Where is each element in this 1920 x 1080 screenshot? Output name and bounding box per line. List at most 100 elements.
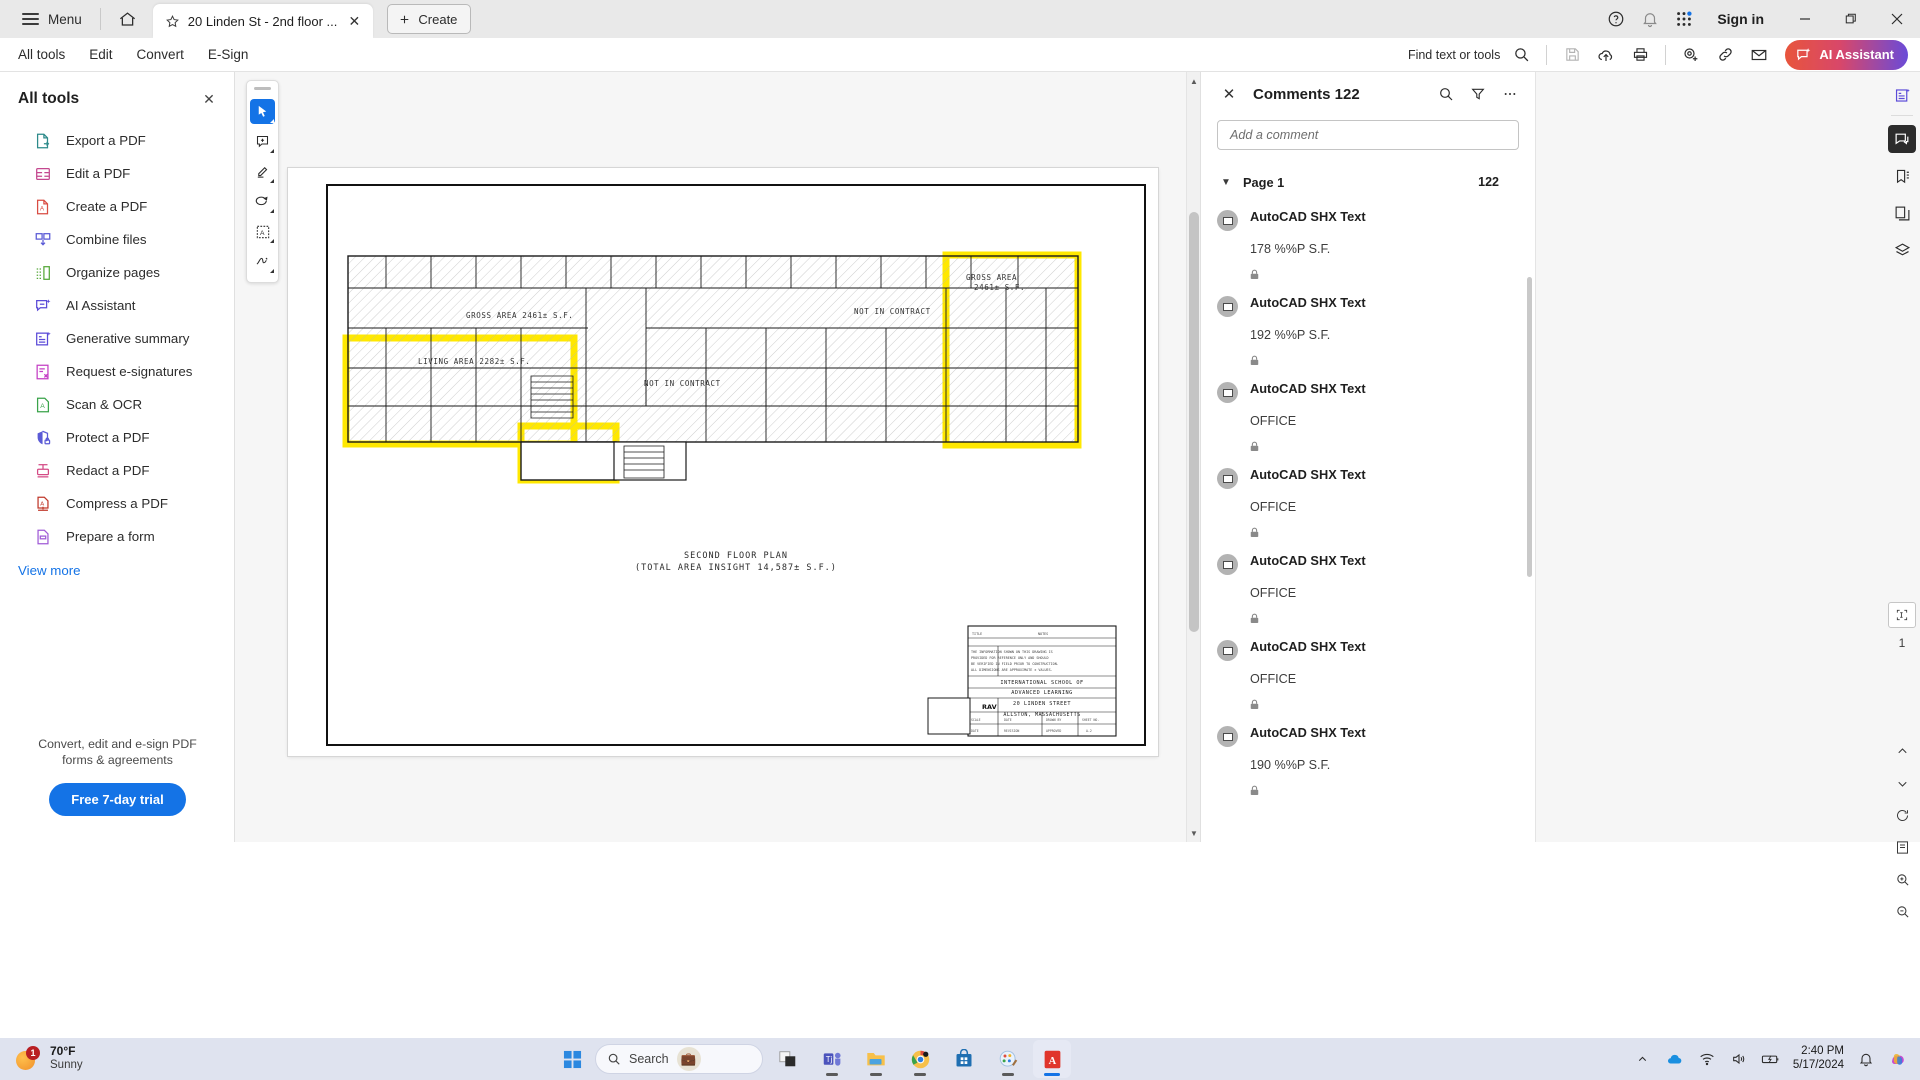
- show-hidden-icons-button[interactable]: [1633, 1049, 1653, 1069]
- sidebar-item-prepare-a-form[interactable]: Prepare a form: [0, 520, 234, 553]
- select-cursor-tool[interactable]: [250, 99, 275, 124]
- generative-summary-rail-button[interactable]: [1888, 81, 1916, 109]
- sidebar-item-create-a-pdf[interactable]: A Create a PDF: [0, 190, 234, 223]
- wifi-button[interactable]: [1697, 1049, 1717, 1069]
- apps-button[interactable]: [1667, 2, 1701, 36]
- file-explorer-button[interactable]: [857, 1040, 895, 1078]
- scrollbar-thumb[interactable]: [1189, 212, 1199, 632]
- pdf-page[interactable]: GROSS AREA 2461± S.F. GROSS AREA 2461± S…: [288, 168, 1158, 756]
- comments-more-button[interactable]: [1499, 83, 1521, 105]
- weather-widget[interactable]: 1 70°F Sunny: [14, 1045, 83, 1072]
- battery-button[interactable]: [1761, 1049, 1781, 1069]
- page-fit-button[interactable]: [1888, 602, 1916, 628]
- print-button[interactable]: [1624, 40, 1656, 70]
- sign-in-button[interactable]: Sign in: [1717, 11, 1764, 27]
- signature-tool[interactable]: [250, 249, 275, 274]
- sidebar-item-protect-a-pdf[interactable]: Protect a PDF: [0, 421, 234, 454]
- chrome-button[interactable]: [901, 1040, 939, 1078]
- bookmarks-rail-button[interactable]: [1888, 162, 1916, 190]
- chevron-down-icon[interactable]: ▼: [1217, 173, 1235, 191]
- upload-button[interactable]: [1590, 40, 1622, 70]
- highlighter-tool[interactable]: [250, 159, 275, 184]
- tab-close-icon[interactable]: ✕: [345, 12, 363, 30]
- comments-page-group[interactable]: ▼ Page 1 122: [1217, 173, 1519, 191]
- tab-esign[interactable]: E-Sign: [196, 38, 261, 72]
- free-trial-button[interactable]: Free 7-day trial: [49, 783, 186, 816]
- taskbar-clock[interactable]: 2:40 PM 5/17/2024: [1793, 1045, 1844, 1073]
- scroll-up-button[interactable]: [1895, 744, 1910, 762]
- sidebar-item-scan-and-ocr[interactable]: A Scan & OCR: [0, 388, 234, 421]
- sidebar-close-icon[interactable]: ✕: [198, 88, 220, 110]
- rotate-button[interactable]: [1895, 808, 1910, 826]
- task-view-button[interactable]: [769, 1040, 807, 1078]
- comments-close-icon[interactable]: ✕: [1219, 84, 1239, 104]
- taskbar-search-input[interactable]: Search 💼: [595, 1044, 763, 1074]
- add-comment-input[interactable]: Add a comment: [1217, 120, 1519, 150]
- comment-item[interactable]: AutoCAD SHX Text OFFICE: [1201, 541, 1535, 627]
- save-button[interactable]: [1556, 40, 1588, 70]
- sidebar-item-edit-a-pdf[interactable]: Edit a PDF: [0, 157, 234, 190]
- viewer-scrollbar[interactable]: ▲ ▼: [1186, 72, 1200, 842]
- sidebar-item-export-a-pdf[interactable]: Export a PDF: [0, 124, 234, 157]
- volume-button[interactable]: [1729, 1049, 1749, 1069]
- zoom-out-button[interactable]: [1895, 904, 1910, 922]
- star-icon[interactable]: [165, 14, 180, 29]
- teams-button[interactable]: Tj: [813, 1040, 851, 1078]
- paint-button[interactable]: [989, 1040, 1027, 1078]
- comment-item[interactable]: AutoCAD SHX Text 192 %%P S.F.: [1201, 283, 1535, 369]
- page-thumbnails-rail-button[interactable]: [1888, 199, 1916, 227]
- tab-all-tools[interactable]: All tools: [6, 38, 77, 72]
- share-add-person-button[interactable]: [1675, 40, 1707, 70]
- draw-lasso-tool[interactable]: [250, 189, 275, 214]
- sidebar-item-request-e-signatures[interactable]: Request e-signatures: [0, 355, 234, 388]
- minimize-button[interactable]: [1782, 0, 1828, 38]
- view-more-link[interactable]: View more: [0, 553, 234, 578]
- onedrive-button[interactable]: [1665, 1049, 1685, 1069]
- document-viewer[interactable]: GROSS AREA 2461± S.F. GROSS AREA 2461± S…: [235, 72, 1200, 842]
- comments-search-button[interactable]: [1435, 83, 1457, 105]
- notifications-button[interactable]: [1856, 1049, 1876, 1069]
- sidebar-item-organize-pages[interactable]: Organize pages: [0, 256, 234, 289]
- search-button[interactable]: [1505, 40, 1537, 70]
- comments-rail-button[interactable]: [1888, 125, 1916, 153]
- text-select-tool[interactable]: A: [250, 219, 275, 244]
- document-tab[interactable]: 20 Linden St - 2nd floor ... ✕: [152, 4, 374, 38]
- start-button[interactable]: [555, 1042, 589, 1076]
- scroll-up-arrow[interactable]: ▲: [1187, 74, 1200, 88]
- sidebar-item-ai-assistant[interactable]: AI Assistant: [0, 289, 234, 322]
- toolbar-drag-handle[interactable]: [254, 87, 271, 90]
- tab-edit[interactable]: Edit: [77, 38, 124, 72]
- home-button[interactable]: [113, 4, 143, 34]
- sidebar-item-compress-a-pdf[interactable]: A Compress a PDF: [0, 487, 234, 520]
- scroll-down-arrow[interactable]: ▼: [1187, 826, 1200, 840]
- menu-button[interactable]: Menu: [16, 4, 88, 34]
- email-button[interactable]: [1743, 40, 1775, 70]
- zoom-in-button[interactable]: [1895, 872, 1910, 890]
- create-button[interactable]: Create: [387, 4, 472, 34]
- annotation-toolbar[interactable]: A: [246, 80, 279, 283]
- sidebar-item-generative-summary[interactable]: Generative summary: [0, 322, 234, 355]
- close-window-button[interactable]: [1874, 0, 1920, 38]
- comments-filter-button[interactable]: [1467, 83, 1489, 105]
- maximize-button[interactable]: [1828, 0, 1874, 38]
- comment-item[interactable]: AutoCAD SHX Text OFFICE: [1201, 627, 1535, 713]
- add-comment-tool[interactable]: [250, 129, 275, 154]
- acrobat-button[interactable]: A: [1033, 1040, 1071, 1078]
- sidebar-item-redact-a-pdf[interactable]: Redact a PDF: [0, 454, 234, 487]
- fit-width-button[interactable]: [1895, 840, 1910, 858]
- scroll-down-button[interactable]: [1895, 776, 1910, 794]
- comment-item[interactable]: AutoCAD SHX Text OFFICE: [1201, 369, 1535, 455]
- comments-scrollbar-thumb[interactable]: [1527, 277, 1532, 577]
- copilot-button[interactable]: [1888, 1049, 1908, 1069]
- ai-assistant-button[interactable]: AI Assistant: [1785, 39, 1908, 70]
- comment-item[interactable]: AutoCAD SHX Text 178 %%P S.F.: [1201, 197, 1535, 283]
- layers-rail-button[interactable]: [1888, 236, 1916, 264]
- help-button[interactable]: [1599, 2, 1633, 36]
- copy-link-button[interactable]: [1709, 40, 1741, 70]
- notifications-button[interactable]: [1633, 2, 1667, 36]
- sidebar-item-combine-files[interactable]: Combine files: [0, 223, 234, 256]
- comment-item[interactable]: AutoCAD SHX Text 190 %%P S.F.: [1201, 713, 1535, 799]
- tab-convert[interactable]: Convert: [125, 38, 196, 72]
- store-button[interactable]: [945, 1040, 983, 1078]
- comment-item[interactable]: AutoCAD SHX Text OFFICE: [1201, 455, 1535, 541]
